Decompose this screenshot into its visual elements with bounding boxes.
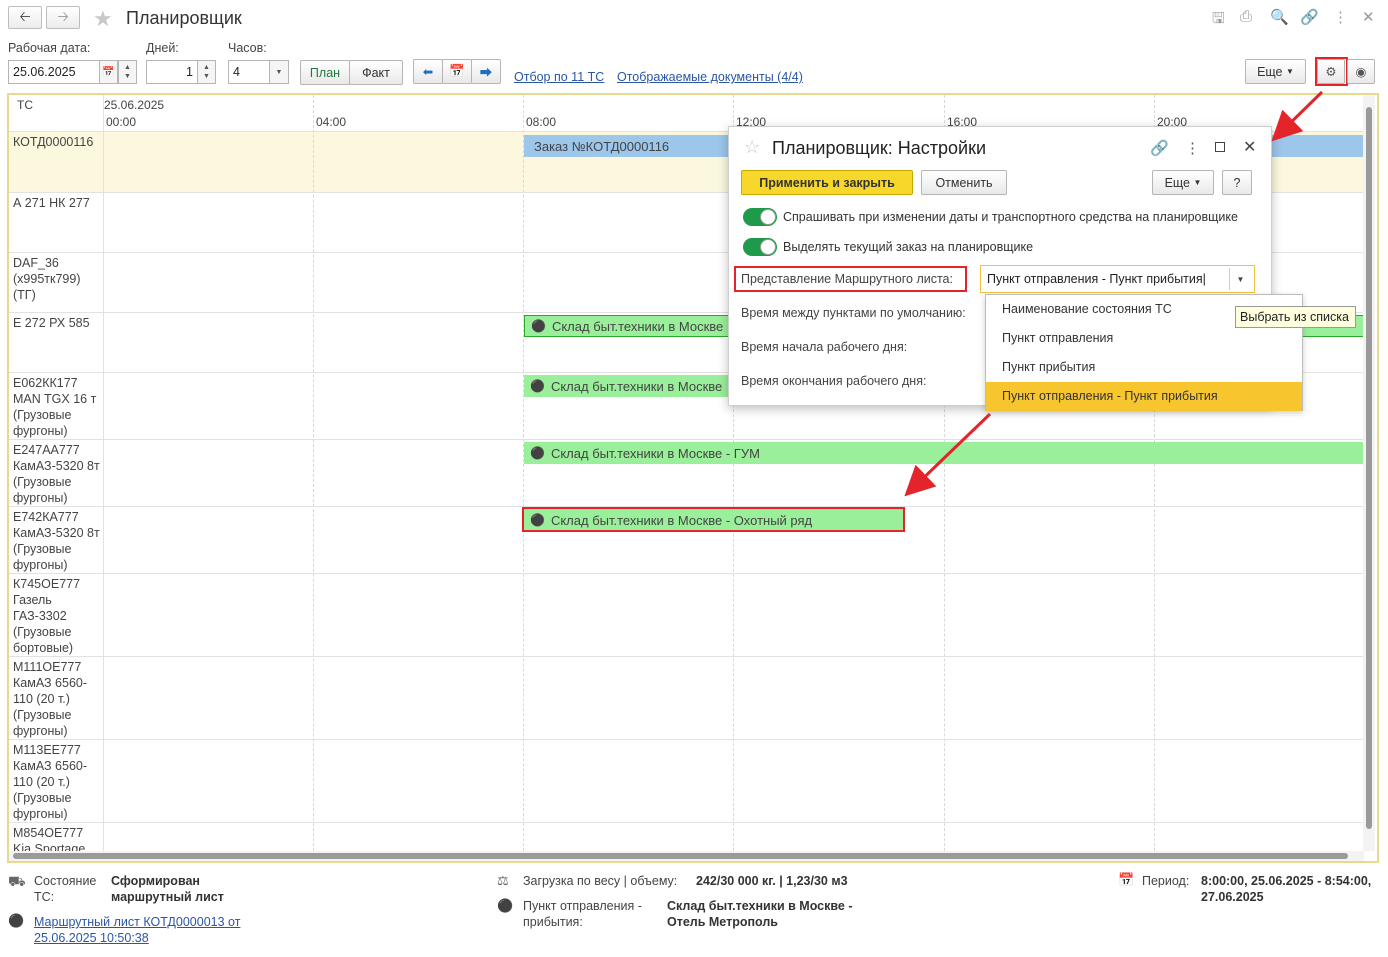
weight-icon: ⚖ [497, 873, 509, 888]
load-label: Загрузка по весу | объему: [523, 874, 678, 888]
truck-icon: ⛟ [8, 873, 26, 889]
period-value: 8:00:00, 25.06.2025 - 8:54:00, 27.06.202… [1201, 874, 1372, 904]
arrow-to-bar [904, 412, 992, 497]
state-label: Состояние ТС: [34, 874, 97, 904]
state-value: Сформирован маршрутный лист [111, 874, 224, 904]
arrow-to-dialog [1271, 90, 1324, 142]
points-value: Склад быт.техники в Москве - Отель Метро… [667, 899, 853, 929]
points-label: Пункт отправления - прибытия: [523, 899, 642, 929]
annotation-arrows [904, 90, 1324, 497]
calendar-icon: 📅 [1118, 872, 1135, 887]
route-icon: ⚫ [8, 913, 25, 928]
route-icon: ⚫ [497, 898, 514, 913]
route-sheet-link[interactable]: Маршрутный лист КОТД0000013 от 25.06.202… [34, 914, 259, 946]
period-label: Период: [1142, 874, 1190, 888]
load-value: 242/30 000 кг. | 1,23/30 м3 [696, 874, 848, 888]
